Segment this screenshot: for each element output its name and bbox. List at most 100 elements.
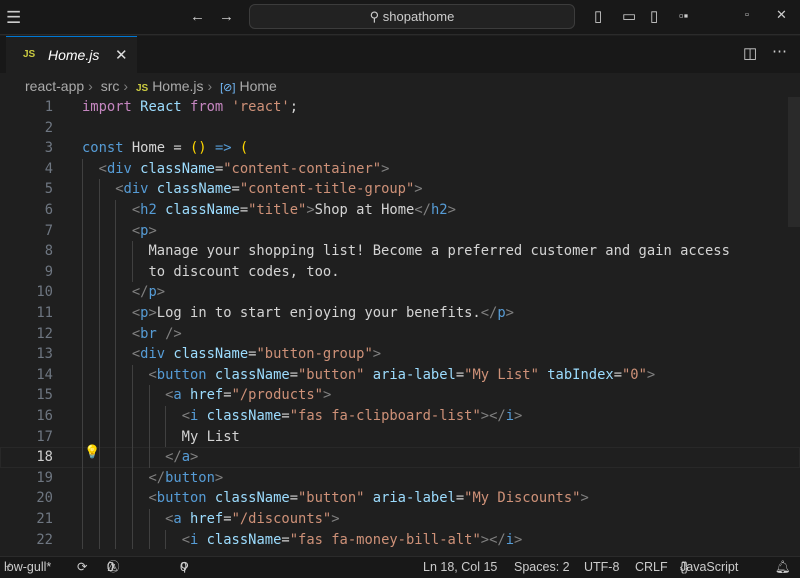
js-file-icon: JS — [136, 83, 148, 94]
menu-icon[interactable]: ☰ — [6, 9, 21, 26]
code-line[interactable]: 5 <div className="content-title-group"> — [0, 179, 800, 200]
code-token: "/products" — [232, 387, 323, 403]
close-window-icon[interactable]: ✕ — [776, 8, 787, 21]
code-token: > — [506, 305, 514, 321]
toggle-secondary-sidebar-icon[interactable]: ▯ — [650, 9, 658, 24]
code-line[interactable]: 17 My List — [0, 427, 800, 448]
code-token — [82, 202, 132, 218]
code-line[interactable]: 6 <h2 className="title">Shop at Home</h2… — [0, 200, 800, 221]
indent-guide — [115, 262, 116, 283]
code-line[interactable]: 8 Manage your shopping list! Become a pr… — [0, 241, 800, 262]
lightbulb-icon[interactable]: 💡 — [84, 445, 100, 460]
indent-guide — [82, 303, 83, 324]
code-token: = — [290, 367, 298, 383]
code-editor[interactable]: 1import React from 'react';23const Home … — [0, 97, 800, 549]
sync-icon[interactable]: ⟳ — [77, 557, 87, 578]
indent-guide — [82, 530, 83, 549]
code-token: < — [115, 181, 123, 197]
line-number: 19 — [0, 468, 53, 489]
code-token: Shop at Home — [315, 202, 415, 218]
code-token: > — [580, 490, 588, 506]
vertical-scrollbar[interactable] — [788, 97, 800, 227]
code-line[interactable]: 22 <i className="fas fa-money-bill-alt">… — [0, 530, 800, 549]
indent-guide — [132, 365, 133, 386]
code-line[interactable]: 16 <i className="fas fa-clipboard-list">… — [0, 406, 800, 427]
code-token: < — [132, 326, 140, 342]
code-line[interactable]: 21 <a href="/discounts"> — [0, 509, 800, 530]
line-number: 15 — [0, 385, 53, 406]
code-token: p — [497, 305, 505, 321]
indent-guide — [82, 488, 83, 509]
indent-guide — [132, 468, 133, 489]
breadcrumb: react-app› src› JSHome.js› [⊘]Home — [0, 73, 800, 97]
customize-layout-icon[interactable]: ▫▪ — [679, 9, 688, 22]
restore-window-icon[interactable]: ▫ — [745, 10, 749, 21]
indent-guide — [115, 447, 116, 468]
breadcrumb-react-app[interactable]: react-app — [25, 78, 84, 94]
line-number: 21 — [0, 509, 53, 530]
code-line[interactable]: 12 <br /> — [0, 324, 800, 345]
split-editor-icon[interactable]: ◫ — [743, 46, 757, 61]
code-line[interactable]: 20 <button className="button" aria-label… — [0, 488, 800, 509]
code-token: React — [140, 99, 182, 115]
code-line[interactable]: 15 <a href="/products"> — [0, 385, 800, 406]
search-label: shopathome — [383, 9, 455, 24]
cursor-position[interactable]: Ln 18, Col 15 — [423, 557, 497, 578]
code-token: "button-group" — [256, 346, 372, 362]
code-token: < — [132, 346, 140, 362]
code-token: < — [182, 408, 190, 424]
code-line[interactable]: 18 </a> — [0, 447, 800, 468]
code-token: href — [190, 387, 223, 403]
code-line[interactable]: 4 <div className="content-container"> — [0, 159, 800, 180]
toggle-sidebar-icon[interactable]: ▯ — [594, 9, 602, 24]
tab-home-js[interactable]: JS Home.js ✕ — [6, 36, 137, 73]
command-center-search[interactable]: ⚲ shopathome — [249, 4, 575, 29]
code-token: h2 — [431, 202, 448, 218]
line-number: 2 — [0, 118, 53, 139]
code-line[interactable]: 3const Home = () => ( — [0, 138, 800, 159]
indent-guide — [115, 241, 116, 262]
code-token: from — [190, 99, 223, 115]
code-line[interactable]: 9 to discount codes, too. — [0, 262, 800, 283]
indent-guide — [82, 365, 83, 386]
toggle-panel-icon[interactable]: ▭ — [622, 9, 636, 24]
code-token: = — [232, 181, 240, 197]
code-token: className — [165, 202, 240, 218]
code-line[interactable]: 11 <p>Log in to start enjoying your bene… — [0, 303, 800, 324]
code-line[interactable]: 1import React from 'react'; — [0, 97, 800, 118]
code-token: className — [215, 490, 290, 506]
indent-guide — [115, 282, 116, 303]
line-ending[interactable]: CRLF — [635, 557, 668, 578]
code-line[interactable]: 10 </p> — [0, 282, 800, 303]
code-token: href — [190, 511, 223, 527]
code-line[interactable]: 7 <p> — [0, 221, 800, 242]
code-line[interactable]: 2 — [0, 118, 800, 139]
indent-guide — [82, 241, 83, 262]
line-number: 22 — [0, 530, 53, 549]
line-number: 10 — [0, 282, 53, 303]
line-code: </button> — [82, 468, 223, 489]
code-token — [182, 511, 190, 527]
code-token: > — [414, 181, 422, 197]
forward-arrow-icon[interactable]: → — [219, 9, 234, 24]
close-tab-icon[interactable]: ✕ — [115, 46, 128, 64]
code-line[interactable]: 19 </button> — [0, 468, 800, 489]
code-token: tabIndex — [547, 367, 613, 383]
code-token: = — [456, 490, 464, 506]
indent-guide — [82, 344, 83, 365]
back-arrow-icon[interactable]: ← — [190, 9, 205, 24]
code-line[interactable]: 14 <button className="button" aria-label… — [0, 365, 800, 386]
code-line[interactable]: 13 <div className="button-group"> — [0, 344, 800, 365]
line-number: 4 — [0, 159, 53, 180]
more-actions-icon[interactable]: ⋯ — [772, 44, 787, 59]
code-token: /> — [165, 326, 182, 342]
encoding[interactable]: UTF-8 — [584, 557, 619, 578]
indentation[interactable]: Spaces: 2 — [514, 557, 570, 578]
breadcrumb-home-symbol[interactable]: Home — [239, 78, 276, 94]
breadcrumb-src[interactable]: src — [101, 78, 120, 94]
notifications-bell-icon[interactable]: 🔔︎ — [775, 557, 791, 578]
breadcrumb-home-js[interactable]: Home.js — [152, 78, 203, 94]
code-token: "My List" — [464, 367, 539, 383]
code-token: < — [148, 490, 156, 506]
code-token: "fas fa-money-bill-alt" — [290, 532, 481, 548]
